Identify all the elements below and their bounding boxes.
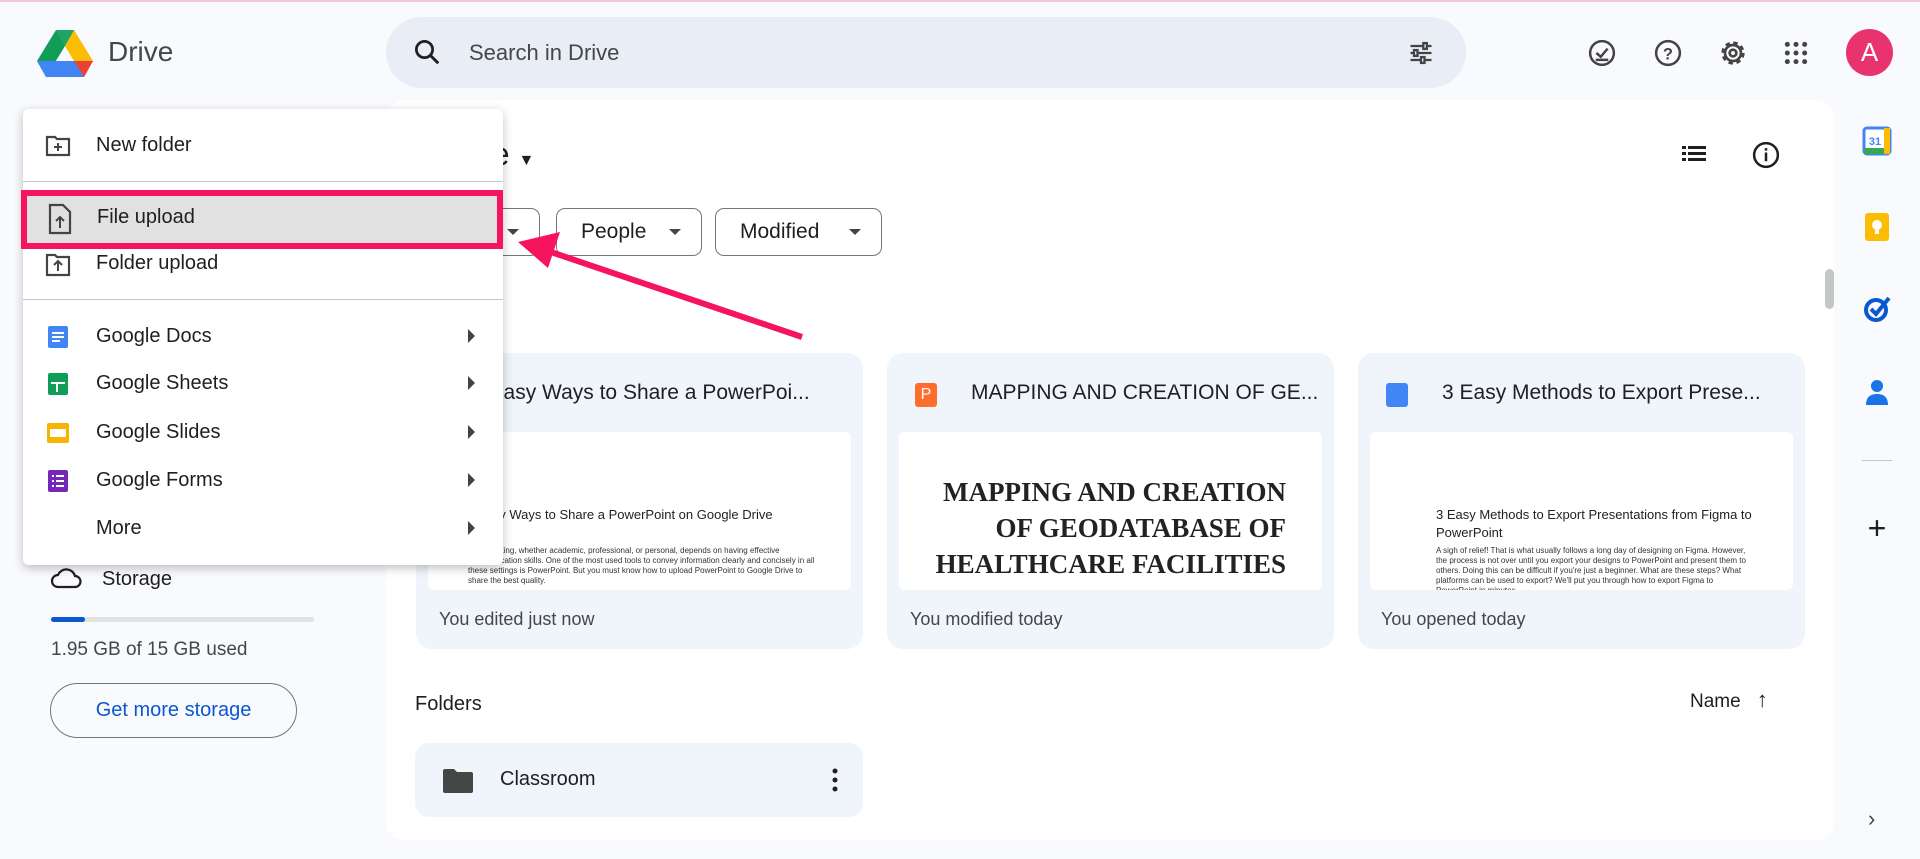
file-upload-icon <box>48 203 72 235</box>
storage-bar <box>51 617 314 622</box>
title-dropdown-icon: ▼ <box>518 152 535 169</box>
new-folder-icon <box>45 135 71 157</box>
menu-item-file-upload[interactable]: File upload <box>21 190 503 249</box>
folder-name: Classroom <box>500 768 596 790</box>
submenu-arrow-icon <box>468 376 475 390</box>
powerpoint-icon: P <box>915 383 937 407</box>
search-bar[interactable]: Search in Drive <box>386 17 1466 88</box>
file-card[interactable]: P MAPPING AND CREATION OF GE... MAPPING … <box>887 353 1334 649</box>
submenu-arrow-icon <box>468 521 475 535</box>
tasks-icon[interactable] <box>1862 294 1892 324</box>
file-activity: You edited just now <box>439 609 595 629</box>
submenu-arrow-icon <box>468 473 475 487</box>
folder-upload-icon <box>45 253 71 277</box>
search-icon[interactable] <box>412 37 442 67</box>
menu-divider <box>23 299 503 300</box>
chevron-down-icon <box>507 229 519 235</box>
menu-item-google-docs[interactable]: Google Docs <box>23 313 503 359</box>
chevron-down-icon <box>669 229 681 235</box>
keep-icon[interactable] <box>1862 212 1892 242</box>
search-input[interactable]: Search in Drive <box>469 40 619 66</box>
list-view-icon[interactable] <box>1681 144 1707 166</box>
menu-item-more[interactable]: More <box>23 505 503 551</box>
more-options-icon[interactable] <box>831 767 839 793</box>
arrow-up-icon: ↑ <box>1756 687 1768 712</box>
storage-label[interactable]: Storage <box>102 568 172 591</box>
scrollbar-thumb[interactable] <box>1825 269 1834 309</box>
menu-item-new-folder[interactable]: New folder <box>23 122 503 168</box>
file-preview: 3 Easy Methods to Export Presentations f… <box>1370 432 1793 590</box>
apps-grid-icon[interactable] <box>1779 36 1813 70</box>
storage-usage: 1.95 GB of 15 GB used <box>51 639 248 660</box>
submenu-arrow-icon <box>468 329 475 343</box>
folder-item[interactable]: Classroom <box>415 743 863 817</box>
file-activity: You opened today <box>1381 609 1526 629</box>
search-options-icon[interactable] <box>1406 39 1436 67</box>
svg-text:?: ? <box>1663 45 1673 63</box>
menu-divider <box>23 181 503 182</box>
file-title: 3 Easy Ways to Share a PowerPoi... <box>472 381 810 404</box>
filter-modified-chip[interactable]: Modified <box>715 208 882 256</box>
chevron-down-icon <box>849 229 861 235</box>
folder-icon <box>443 769 473 793</box>
file-preview: MAPPING AND CREATION OF GEODATABASE OF H… <box>899 432 1322 590</box>
sort-by-name-button[interactable]: Name ↑ <box>1690 687 1768 713</box>
forms-icon <box>48 470 68 492</box>
slides-icon <box>47 423 69 443</box>
offline-ready-icon[interactable] <box>1585 36 1619 70</box>
file-activity: You modified today <box>910 609 1063 629</box>
cloud-icon <box>50 568 82 589</box>
filter-people-chip[interactable]: People <box>556 208 702 256</box>
docs-icon <box>48 326 68 348</box>
side-panel-divider <box>1862 460 1892 461</box>
add-icon[interactable]: + <box>1862 512 1892 544</box>
file-title: MAPPING AND CREATION OF GE... <box>971 381 1319 404</box>
sheets-icon <box>48 373 68 395</box>
menu-item-google-sheets[interactable]: Google Sheets <box>23 360 503 406</box>
folders-heading: Folders <box>415 693 482 715</box>
contacts-icon[interactable] <box>1862 377 1892 407</box>
submenu-arrow-icon <box>468 425 475 439</box>
new-item-menu: New folder Folder upload Google Docs Goo… <box>23 109 503 565</box>
settings-icon[interactable] <box>1716 36 1750 70</box>
svg-text:31: 31 <box>1869 136 1881 148</box>
menu-item-google-forms[interactable]: Google Forms <box>23 457 503 503</box>
storage-bar-fill <box>51 617 86 622</box>
account-avatar[interactable]: A <box>1846 29 1893 76</box>
get-more-storage-button[interactable]: Get more storage <box>50 683 297 738</box>
calendar-icon[interactable]: 31 <box>1862 126 1892 156</box>
drive-logo-icon[interactable] <box>37 29 93 77</box>
app-name[interactable]: Drive <box>108 36 173 68</box>
top-edge <box>0 0 1920 2</box>
menu-item-google-slides[interactable]: Google Slides <box>23 409 503 455</box>
docs-icon <box>1386 383 1408 407</box>
details-info-icon[interactable] <box>1751 140 1781 170</box>
chevron-right-icon[interactable]: › <box>1868 806 1875 832</box>
file-title: 3 Easy Methods to Export Prese... <box>1442 381 1761 404</box>
file-card[interactable]: 3 Easy Methods to Export Prese... 3 Easy… <box>1358 353 1805 649</box>
help-icon[interactable]: ? <box>1651 36 1685 70</box>
